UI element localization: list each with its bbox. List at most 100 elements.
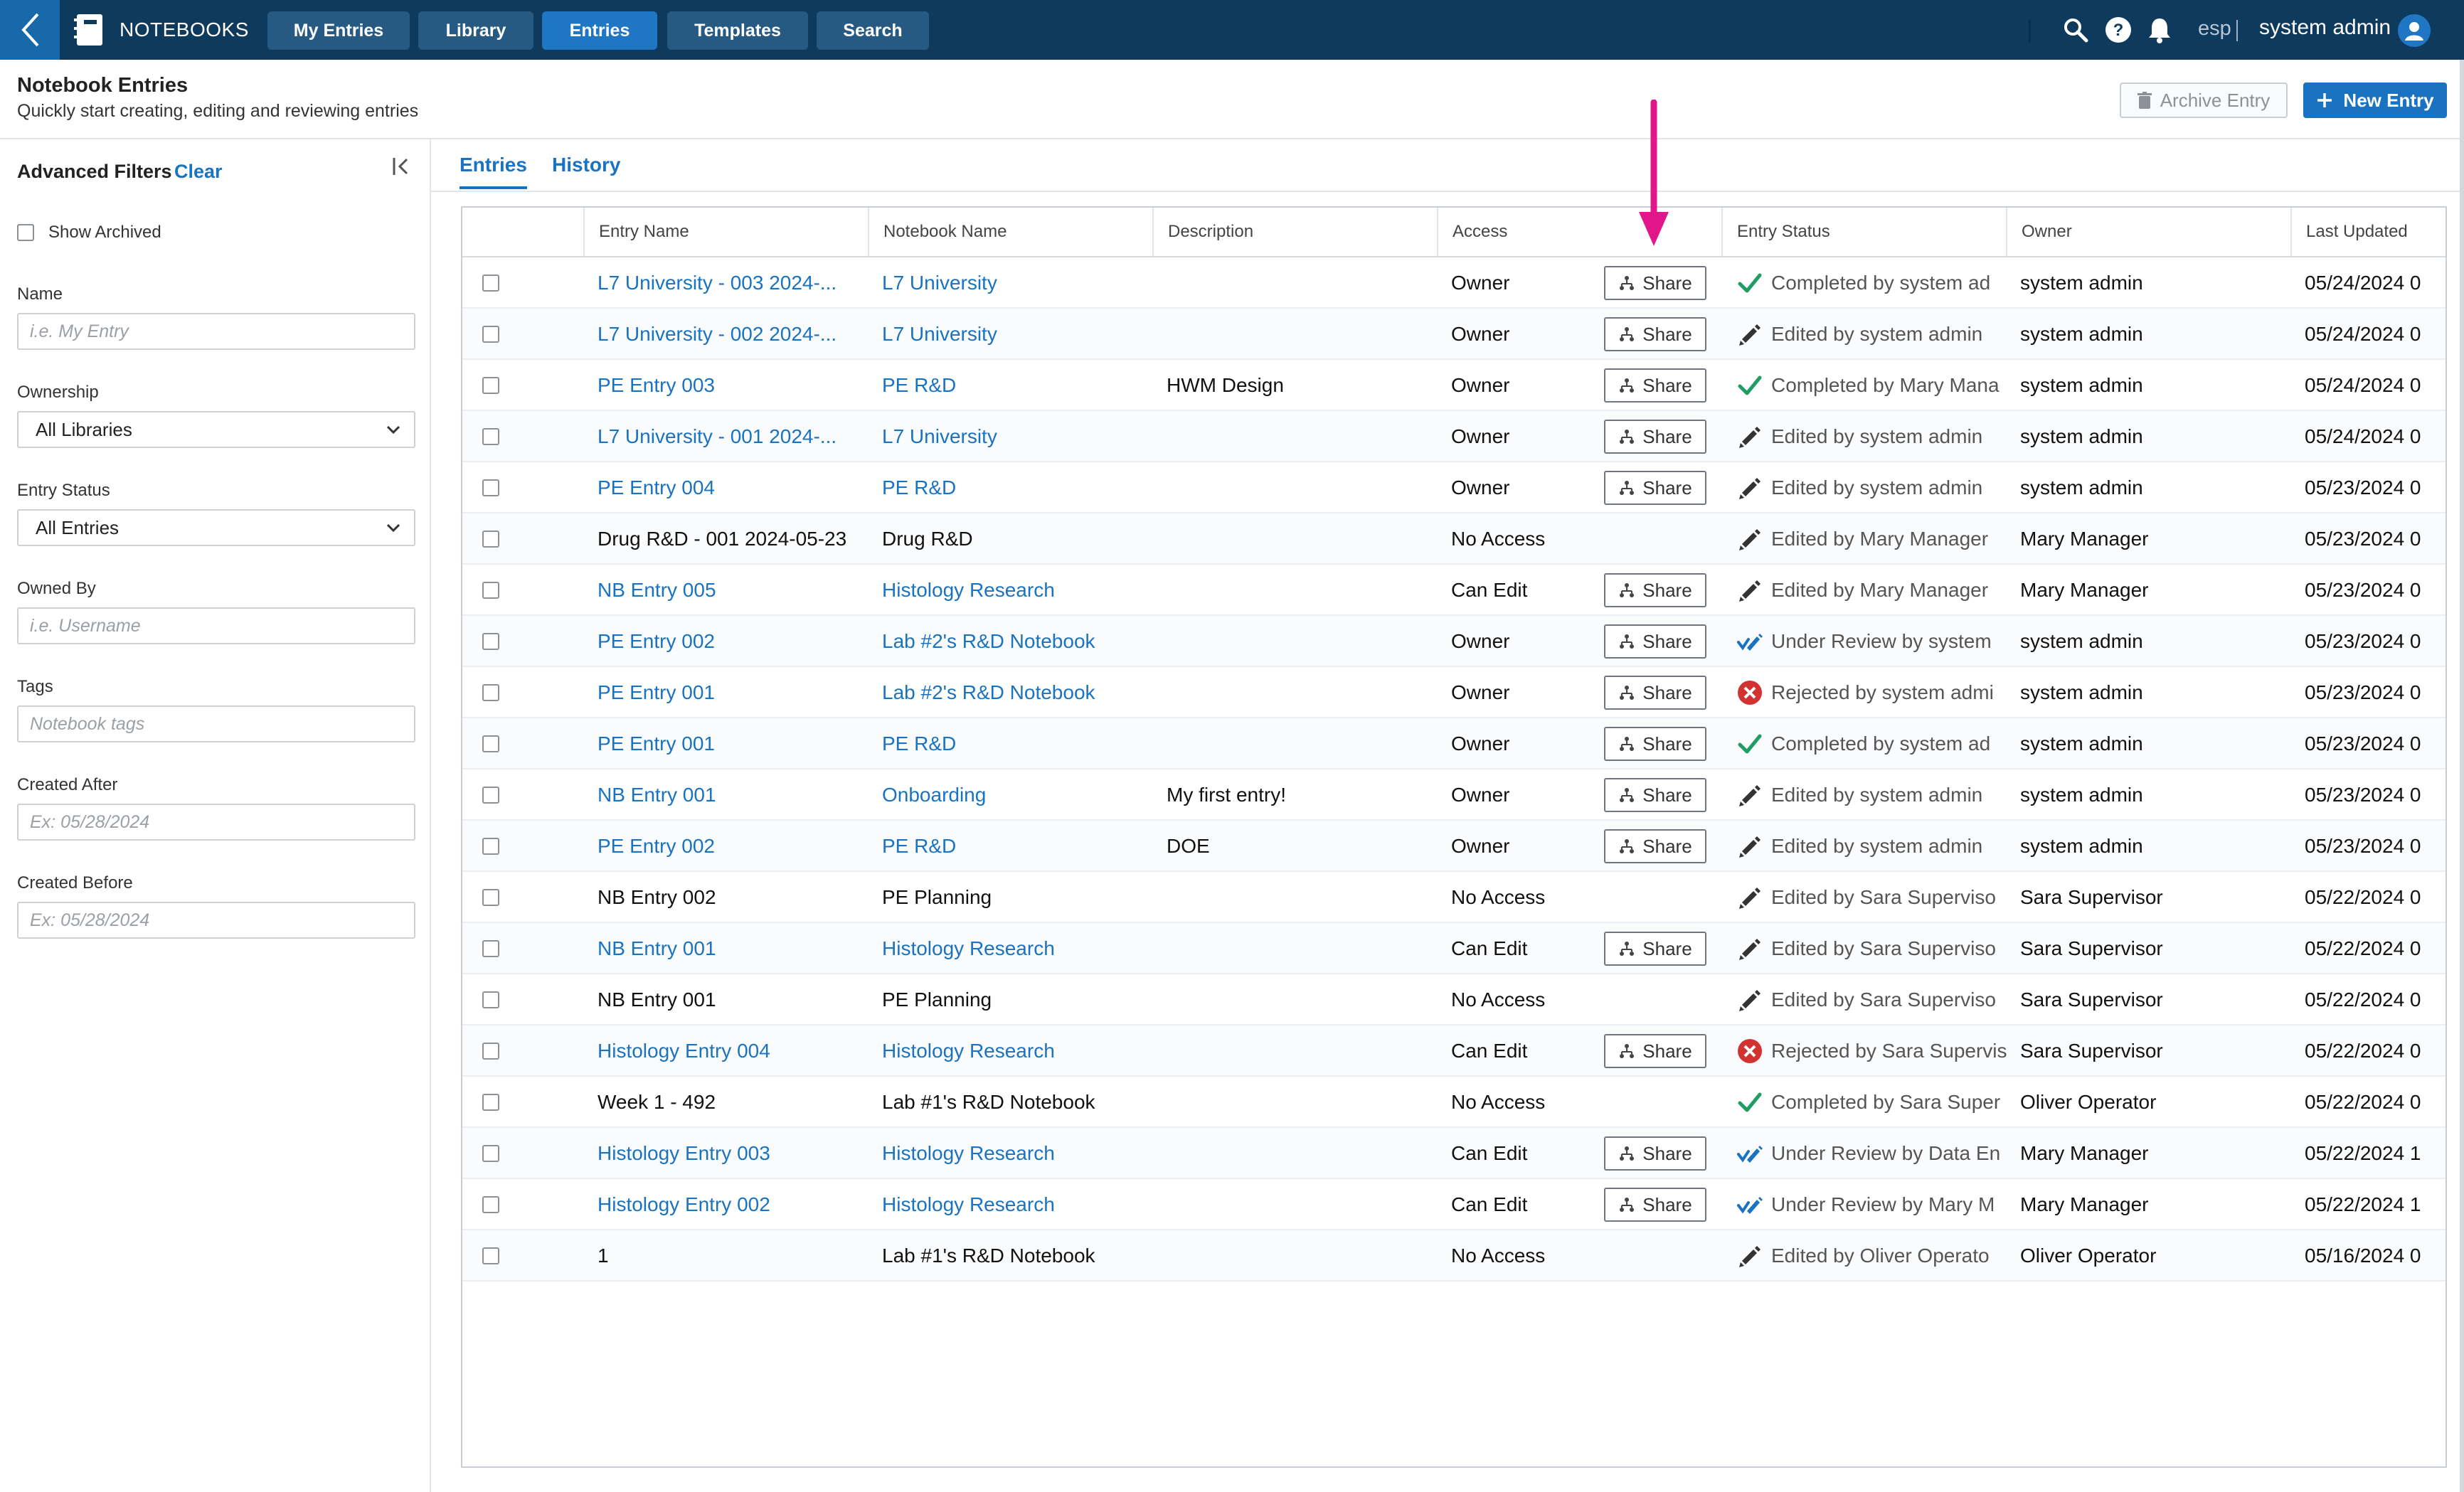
notebook-name-cell[interactable]: L7 University <box>882 411 1152 462</box>
notebook-name-cell[interactable]: Histology Research <box>882 1128 1152 1179</box>
table-row[interactable]: NB Entry 001 Onboarding My first entry! Own… <box>462 769 2446 821</box>
new-entry-button[interactable]: New Entry <box>2303 82 2447 118</box>
share-button[interactable]: Share <box>1604 829 1706 863</box>
table-row[interactable]: PE Entry 004 PE R&D Owner Share Edited by sy… <box>462 462 2446 513</box>
entry-name-cell[interactable]: PE Entry 002 <box>598 821 868 872</box>
entry-name-cell[interactable]: Histology Entry 002 <box>598 1179 868 1230</box>
notebook-name-cell[interactable]: Histology Research <box>882 923 1152 974</box>
column-access[interactable]: Access <box>1437 208 1721 256</box>
share-button[interactable]: Share <box>1604 778 1706 812</box>
row-checkbox[interactable] <box>482 428 499 445</box>
row-checkbox[interactable] <box>482 479 499 496</box>
clear-filters-link[interactable]: Clear <box>174 161 223 183</box>
table-row[interactable]: 1 Lab #1's R&D Notebook No Access Edited by… <box>462 1230 2446 1281</box>
row-checkbox[interactable] <box>482 991 499 1008</box>
table-row[interactable]: Histology Entry 002 Histology Research Can… <box>462 1179 2446 1230</box>
table-row[interactable]: L7 University - 001 2024-... L7 Universit… <box>462 411 2446 462</box>
share-button[interactable]: Share <box>1604 317 1706 351</box>
notebook-name-cell[interactable]: L7 University <box>882 257 1152 309</box>
table-row[interactable]: PE Entry 003 PE R&D HWM Design Owner Share Co… <box>462 360 2446 411</box>
notebook-name-cell[interactable]: Histology Research <box>882 565 1152 616</box>
row-checkbox[interactable] <box>482 1145 499 1162</box>
created-before-input[interactable]: Ex: 05/28/2024 <box>17 902 415 939</box>
owned-by-input[interactable]: i.e. Username <box>17 607 415 644</box>
column-notebook-name[interactable]: Notebook Name <box>868 208 1152 256</box>
entry-name-cell[interactable]: NB Entry 001 <box>598 769 868 821</box>
notebook-name-cell[interactable]: Lab #2's R&D Notebook <box>882 616 1152 667</box>
row-checkbox[interactable] <box>482 326 499 343</box>
share-button[interactable]: Share <box>1604 1136 1706 1171</box>
avatar[interactable] <box>2398 14 2431 47</box>
share-button[interactable]: Share <box>1604 1034 1706 1068</box>
language-switch[interactable]: esp <box>2198 17 2231 41</box>
share-button[interactable]: Share <box>1604 727 1706 761</box>
table-row[interactable]: L7 University - 003 2024-... L7 Universit… <box>462 257 2446 309</box>
table-row[interactable]: NB Entry 001 Histology Research Can Edit Sh… <box>462 923 2446 974</box>
column-owner[interactable]: Owner <box>2006 208 2290 256</box>
user-name[interactable]: system admin <box>2259 16 2391 40</box>
column-last-updated[interactable]: Last Updated <box>2290 208 2446 256</box>
show-archived-checkbox[interactable]: Show Archived <box>17 223 161 243</box>
row-checkbox[interactable] <box>482 787 499 804</box>
entry-name-cell[interactable]: PE Entry 002 <box>598 616 868 667</box>
row-checkbox[interactable] <box>482 1043 499 1060</box>
notebook-name-cell[interactable]: PE R&D <box>882 360 1152 411</box>
table-row[interactable]: Week 1 - 492 Lab #1's R&D Notebook No Acce… <box>462 1077 2446 1128</box>
share-button[interactable]: Share <box>1604 624 1706 659</box>
notebook-name-cell[interactable]: PE R&D <box>882 462 1152 513</box>
table-row[interactable]: Drug R&D - 001 2024-05-23 Drug R&D No Acce… <box>462 513 2446 565</box>
nav-tab-library[interactable]: Library <box>418 11 533 50</box>
tags-input[interactable]: Notebook tags <box>17 705 415 742</box>
ownership-select[interactable]: All Libraries <box>17 411 415 448</box>
table-row[interactable]: PE Entry 001 Lab #2's R&D Notebook Owner Sh… <box>462 667 2446 718</box>
entry-name-cell[interactable]: L7 University - 003 2024-... <box>598 257 868 309</box>
entry-name-cell[interactable]: Histology Entry 004 <box>598 1025 868 1077</box>
created-after-input[interactable]: Ex: 05/28/2024 <box>17 804 415 841</box>
row-checkbox[interactable] <box>482 940 499 957</box>
nav-tab-entries[interactable]: Entries <box>542 11 657 50</box>
table-row[interactable]: Histology Entry 003 Histology Research Can… <box>462 1128 2446 1179</box>
search-icon[interactable] <box>2061 16 2090 44</box>
nav-tab-my-entries[interactable]: My Entries <box>267 11 410 50</box>
table-row[interactable]: PE Entry 002 PE R&D DOE Owner Share Edited by… <box>462 821 2446 872</box>
tab-history[interactable]: History <box>552 154 620 186</box>
row-checkbox[interactable] <box>482 633 499 650</box>
bell-icon[interactable] <box>2145 16 2174 44</box>
table-row[interactable]: PE Entry 001 PE R&D Owner Share Completed by… <box>462 718 2446 769</box>
row-checkbox[interactable] <box>482 275 499 292</box>
notebook-name-cell[interactable]: Lab #2's R&D Notebook <box>882 667 1152 718</box>
table-row[interactable]: L7 University - 002 2024-... L7 Universit… <box>462 309 2446 360</box>
checkbox[interactable] <box>17 224 34 241</box>
entry-name-cell[interactable]: NB Entry 001 <box>598 923 868 974</box>
row-checkbox[interactable] <box>482 684 499 701</box>
help-icon[interactable]: ? <box>2104 16 2133 44</box>
collapse-panel-icon[interactable] <box>391 155 414 178</box>
share-button[interactable]: Share <box>1604 932 1706 966</box>
row-checkbox[interactable] <box>482 582 499 599</box>
row-checkbox[interactable] <box>482 1247 499 1264</box>
app-brand[interactable]: NOTEBOOKS <box>74 0 249 60</box>
share-button[interactable]: Share <box>1604 368 1706 403</box>
entry-name-cell[interactable]: L7 University - 002 2024-... <box>598 309 868 360</box>
back-button[interactable] <box>0 0 60 60</box>
nav-tab-search[interactable]: Search <box>817 11 929 50</box>
entry-name-cell[interactable]: NB Entry 005 <box>598 565 868 616</box>
share-button[interactable]: Share <box>1604 266 1706 300</box>
notebook-name-cell[interactable]: Histology Research <box>882 1025 1152 1077</box>
entry-name-cell[interactable]: PE Entry 003 <box>598 360 868 411</box>
share-button[interactable]: Share <box>1604 676 1706 710</box>
share-button[interactable]: Share <box>1604 1188 1706 1222</box>
entry-name-cell[interactable]: L7 University - 001 2024-... <box>598 411 868 462</box>
share-button[interactable]: Share <box>1604 573 1706 607</box>
entry-name-cell[interactable]: Histology Entry 003 <box>598 1128 868 1179</box>
row-checkbox[interactable] <box>482 889 499 906</box>
notebook-name-cell[interactable]: PE R&D <box>882 821 1152 872</box>
column-entry-status[interactable]: Entry Status <box>1721 208 2006 256</box>
table-row[interactable]: PE Entry 002 Lab #2's R&D Notebook Owner Sh… <box>462 616 2446 667</box>
entry-name-cell[interactable]: PE Entry 001 <box>598 718 868 769</box>
row-checkbox[interactable] <box>482 531 499 548</box>
table-row[interactable]: Histology Entry 004 Histology Research Can… <box>462 1025 2446 1077</box>
row-checkbox[interactable] <box>482 1196 499 1213</box>
notebook-name-cell[interactable]: Onboarding <box>882 769 1152 821</box>
table-row[interactable]: NB Entry 002 PE Planning No Access Edited b… <box>462 872 2446 923</box>
